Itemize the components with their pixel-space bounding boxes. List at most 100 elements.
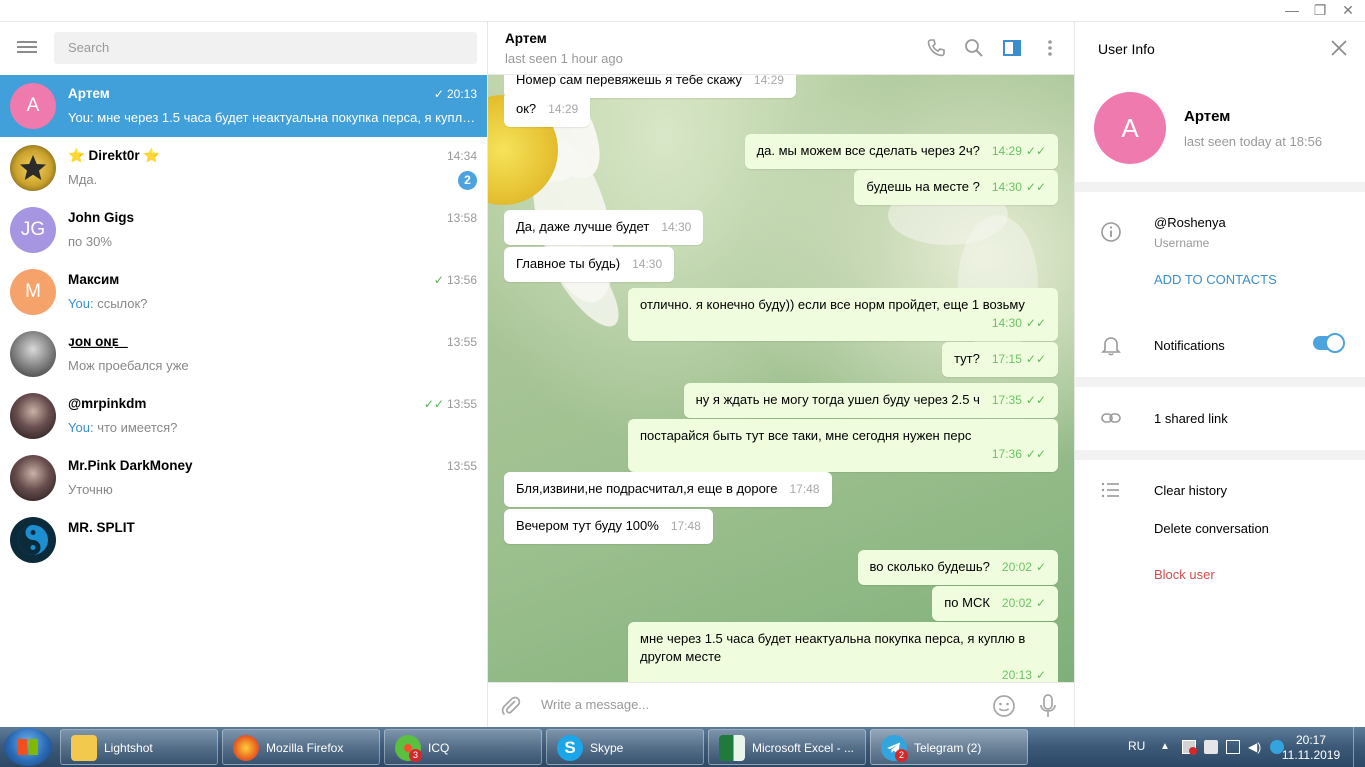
username-value[interactable]: @Roshenya bbox=[1154, 215, 1226, 230]
paperclip-icon[interactable] bbox=[500, 695, 522, 717]
header-actions bbox=[926, 38, 1060, 58]
chat-preview: You: мне через 1.5 часа будет неактуальн… bbox=[68, 110, 478, 125]
network-error-icon[interactable] bbox=[1182, 740, 1197, 755]
delete-conversation-item[interactable]: Delete conversation bbox=[1154, 521, 1269, 536]
message-in[interactable]: Бля,извини,не подрасчитал,я еще в дороге… bbox=[504, 472, 832, 507]
show-hidden-icons-icon[interactable]: ▲ bbox=[1160, 740, 1174, 754]
chat-item-john-gigs[interactable]: JG John Gigs 13:58 по 30% bbox=[0, 199, 487, 261]
minimize-button[interactable]: — bbox=[1283, 2, 1301, 19]
message-out[interactable]: мне через 1.5 часа будет неактуальна пок… bbox=[628, 622, 1058, 682]
chat-time: ✓ 13:56 bbox=[433, 273, 477, 287]
divider bbox=[1075, 450, 1365, 460]
double-check-icon: ✓✓ bbox=[1025, 144, 1046, 158]
skype-icon: S bbox=[557, 735, 583, 761]
add-to-contacts-link[interactable]: ADD TO CONTACTS bbox=[1154, 272, 1277, 287]
chat-name: ⭐ Direkt0r ⭐ bbox=[68, 148, 161, 163]
system-clock[interactable]: 20:17 11.11.2019 bbox=[1280, 733, 1342, 763]
message-out[interactable]: во сколько будешь? 20:02 ✓ bbox=[857, 550, 1058, 585]
message-out[interactable]: да. мы можем все сделать через 2ч? 14:29 ✓… bbox=[744, 134, 1058, 169]
user-info-panel: User Info A Артем last seen today at 18:… bbox=[1074, 22, 1365, 727]
microphone-icon[interactable] bbox=[1038, 694, 1058, 718]
message-list: Номер сам перевяжешь я тебе скажу 14:29 о… bbox=[488, 75, 1074, 682]
info-icon bbox=[1100, 221, 1122, 243]
chat-item-jon-one[interactable]: ᴊ͟͟ᴏ͟ɴ ͟͟ᴏ͟͟ɴᴇ͟ 13:55 Мож проебался уже bbox=[0, 323, 487, 385]
profile-avatar[interactable]: A bbox=[1094, 92, 1166, 164]
system-tray: RU ▲ ◀) 20:17 11.11.2019 bbox=[1120, 727, 1365, 767]
unread-badge: 2 bbox=[458, 171, 477, 190]
language-indicator[interactable]: RU bbox=[1128, 739, 1145, 753]
profile-name: Артем bbox=[1184, 108, 1231, 125]
telegram-badge: 2 bbox=[895, 749, 908, 762]
taskbar-telegram[interactable]: 2 Telegram (2) bbox=[870, 729, 1028, 765]
chat-item-direktor[interactable]: ⭐ Direkt0r ⭐ 14:34 Мда. 2 bbox=[0, 137, 487, 199]
monitor-icon[interactable] bbox=[1226, 740, 1240, 754]
start-button[interactable] bbox=[4, 728, 52, 766]
search-input[interactable]: Search bbox=[54, 32, 477, 64]
message-out[interactable]: тут? 17:15 ✓✓ bbox=[942, 342, 1058, 377]
check-icon: ✓ bbox=[1035, 560, 1046, 574]
window-titlebar: — ❐ ✕ bbox=[0, 0, 1365, 22]
shared-links-item[interactable]: 1 shared link bbox=[1154, 411, 1228, 426]
peer-name[interactable]: Артем bbox=[505, 31, 547, 46]
message-out[interactable]: отлично. я конечно буду)) если все норм … bbox=[628, 288, 1058, 341]
message-in[interactable]: ок? 14:29 bbox=[504, 92, 591, 127]
close-window-button[interactable]: ✕ bbox=[1339, 2, 1357, 19]
clear-history-item[interactable]: Clear history bbox=[1154, 483, 1227, 498]
chat-time: ✓✓ 13:55 bbox=[423, 397, 477, 411]
chat-name: @mrpinkdm bbox=[68, 396, 147, 411]
volume-icon[interactable]: ◀) bbox=[1248, 740, 1262, 754]
conversation-header: Артем last seen 1 hour ago bbox=[488, 22, 1074, 75]
hamburger-menu-icon[interactable] bbox=[17, 41, 37, 55]
security-icon[interactable] bbox=[1204, 740, 1218, 754]
chat-item-mr-pink-darkmoney[interactable]: Mr.Pink DarkMoney 13:55 Уточню bbox=[0, 447, 487, 509]
sidebar-toggle-icon[interactable] bbox=[1002, 38, 1022, 58]
taskbar-firefox[interactable]: Mozilla Firefox bbox=[222, 729, 380, 765]
chat-preview: по 30% bbox=[68, 234, 112, 249]
message-in[interactable]: Главное ты будь) 14:30 bbox=[504, 247, 675, 282]
chat-time: 13:58 bbox=[446, 211, 477, 225]
username-label: Username bbox=[1154, 236, 1210, 250]
chat-item-mr-split[interactable]: MR. SPLIT bbox=[0, 509, 487, 571]
phone-icon[interactable] bbox=[926, 38, 946, 58]
chat-list-panel: Search A Артем ✓ 20:13 You: мне через 1.5… bbox=[0, 22, 488, 727]
link-icon bbox=[1100, 407, 1122, 429]
taskbar-icq[interactable]: 3 ICQ bbox=[384, 729, 542, 765]
avatar: JG bbox=[10, 207, 56, 253]
avatar bbox=[10, 145, 56, 191]
check-icon: ✓ bbox=[1035, 668, 1046, 682]
read-check-icon: ✓ bbox=[433, 87, 444, 101]
search-icon[interactable] bbox=[964, 38, 984, 58]
show-desktop-button[interactable] bbox=[1353, 727, 1365, 767]
chat-item-maksim[interactable]: M Максим ✓ 13:56 You: ссылок? bbox=[0, 261, 487, 323]
message-out[interactable]: ну я ждать не могу тогда ушел буду через… bbox=[683, 383, 1058, 418]
chat-preview: Мож проебался уже bbox=[68, 358, 189, 373]
panel-title: User Info bbox=[1098, 41, 1155, 57]
message-out[interactable]: постарайся быть тут все таки, мне сегодн… bbox=[628, 419, 1058, 472]
message-input[interactable]: Write a message... bbox=[541, 697, 649, 712]
maximize-button[interactable]: ❐ bbox=[1311, 2, 1329, 19]
window-controls: — ❐ ✕ bbox=[1283, 2, 1357, 19]
message-out[interactable]: будешь на месте ? 14:30 ✓✓ bbox=[854, 170, 1058, 205]
message-out[interactable]: по МСК 20:02 ✓ bbox=[932, 586, 1058, 621]
emoji-icon[interactable] bbox=[992, 694, 1016, 718]
close-icon[interactable] bbox=[1331, 40, 1347, 56]
message-in[interactable]: Да, даже лучше будет 14:30 bbox=[504, 210, 704, 245]
taskbar-skype[interactable]: S Skype bbox=[546, 729, 704, 765]
chat-name: Максим bbox=[68, 272, 120, 287]
chat-item-artem[interactable]: A Артем ✓ 20:13 You: мне через 1.5 часа б… bbox=[0, 75, 487, 137]
message-in[interactable]: Вечером тут буду 100% 17:48 bbox=[504, 509, 713, 544]
chat-name: John Gigs bbox=[68, 210, 135, 225]
notifications-toggle[interactable] bbox=[1313, 333, 1345, 353]
icq-badge: 3 bbox=[409, 749, 422, 762]
chat-name: MR. SPLIT bbox=[68, 520, 135, 535]
taskbar-lightshot[interactable]: Lightshot bbox=[60, 729, 218, 765]
chat-item-mrpinkdm[interactable]: @mrpinkdm ✓✓ 13:55 You: что имеется? bbox=[0, 385, 487, 447]
block-user-item[interactable]: Block user bbox=[1154, 567, 1215, 582]
double-check-icon: ✓✓ bbox=[1025, 393, 1046, 407]
excel-icon bbox=[719, 735, 745, 761]
chat-name: Mr.Pink DarkMoney bbox=[68, 458, 193, 473]
read-check-icon: ✓ bbox=[433, 273, 444, 287]
avatar-photo bbox=[10, 331, 56, 377]
taskbar-excel[interactable]: Microsoft Excel - ... bbox=[708, 729, 866, 765]
more-options-icon[interactable] bbox=[1040, 38, 1060, 58]
